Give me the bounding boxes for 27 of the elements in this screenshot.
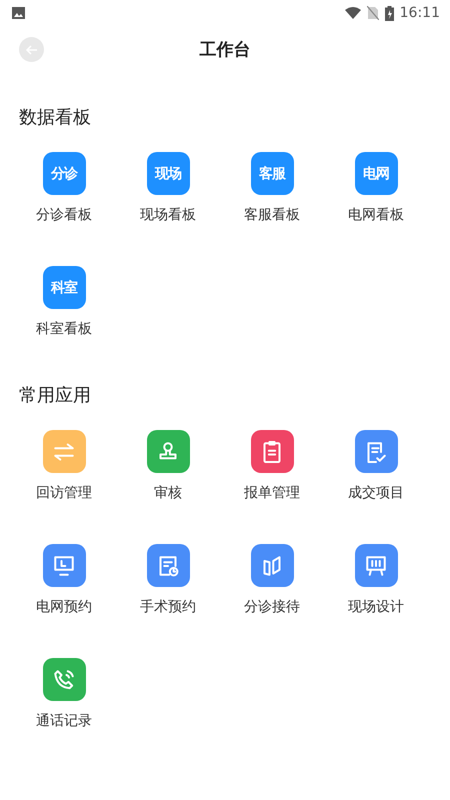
section-title: 数据看板 (18, 106, 92, 129)
app-label[interactable]: 通话记录 (36, 712, 92, 730)
app-label[interactable]: 科室看板 (36, 320, 92, 338)
app-label[interactable]: 审核 (154, 484, 182, 502)
page-title: 工作台 (200, 38, 250, 60)
image-icon (12, 7, 25, 19)
app-icon: 电网 (354, 152, 398, 195)
app-label[interactable]: 电网预约 (36, 598, 92, 616)
app-icon: 现场 (146, 152, 190, 195)
app-label[interactable]: 分诊看板 (36, 206, 92, 224)
app-label[interactable]: 手术预约 (140, 598, 196, 616)
app-label[interactable]: 分诊接待 (244, 598, 300, 616)
app-icon: 客服 (250, 152, 294, 195)
app-label[interactable]: 成交项目 (348, 484, 404, 502)
no-sim-icon (366, 6, 379, 20)
status-time: 16:11 (400, 5, 440, 21)
app-label[interactable]: 报单管理 (244, 484, 300, 502)
app-icon: 分诊 (42, 152, 86, 195)
app-label[interactable]: 回访管理 (36, 484, 92, 502)
app-label[interactable]: 现场看板 (140, 206, 196, 224)
battery-icon (384, 6, 394, 20)
app-icon: 科室 (42, 266, 86, 309)
wifi-icon (344, 7, 361, 19)
section-title: 常用应用 (18, 384, 92, 407)
app-label[interactable]: 电网看板 (348, 206, 404, 224)
app-label[interactable]: 现场设计 (348, 598, 404, 616)
app-label[interactable]: 客服看板 (244, 206, 300, 224)
